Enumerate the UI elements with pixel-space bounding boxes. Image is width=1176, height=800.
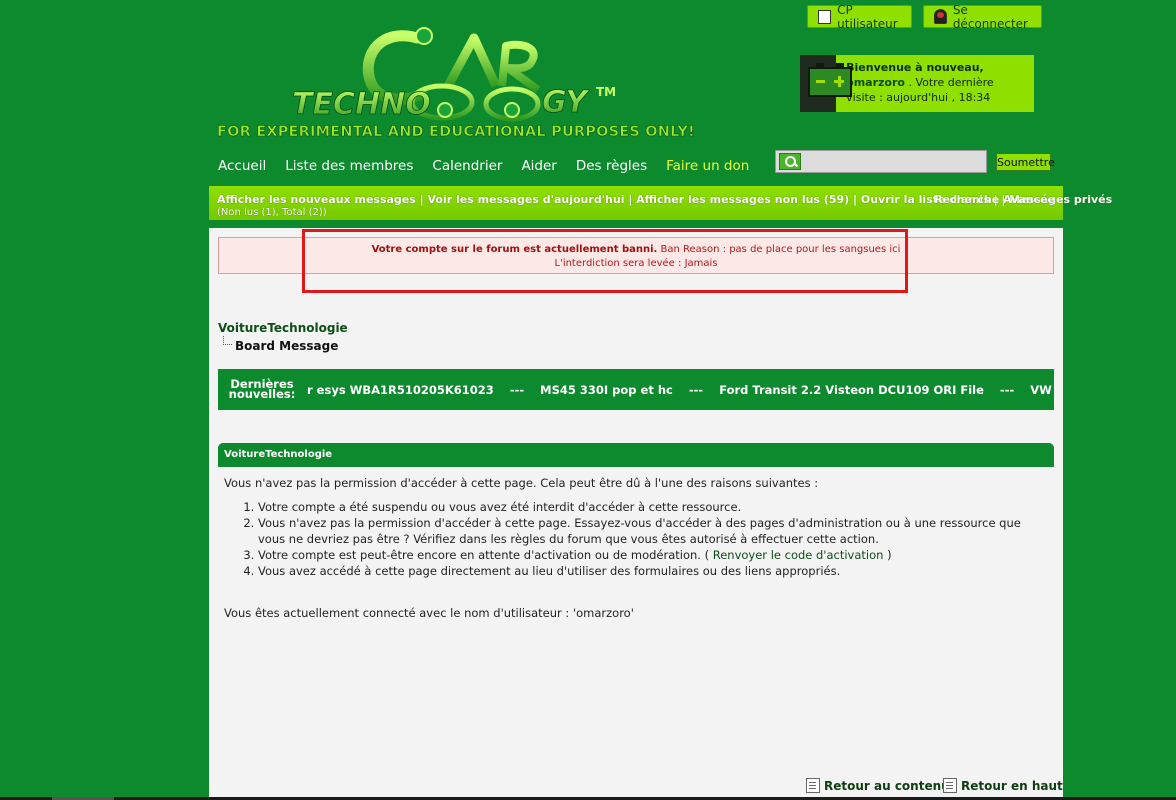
news-ticker: Dernières nouvelles: r esys WBA1R510205K… xyxy=(218,369,1054,410)
welcome-username[interactable]: omarzoro xyxy=(846,76,905,89)
list-item: Vous avez accédé à cette page directemen… xyxy=(258,563,1048,579)
welcome-box: Bienvenue à nouveau, omarzoro . Votre de… xyxy=(800,55,1034,112)
nav-members[interactable]: Liste des membres xyxy=(285,158,413,174)
logout-button[interactable]: Se déconnecter xyxy=(923,2,1042,31)
connected-as: Vous êtes actuellement connecté avec le … xyxy=(224,606,634,620)
site-tagline: FOR EXPERIMENTAL AND EDUCATIONAL PURPOSE… xyxy=(217,124,695,141)
svg-text:TM: TM xyxy=(596,85,616,99)
ban-highlight-box xyxy=(302,229,908,293)
battery-icon xyxy=(800,55,852,112)
back-to-content-link[interactable]: Retour au contenu xyxy=(806,778,950,793)
back-to-content-label: Retour au contenu xyxy=(824,778,950,793)
back-to-top-link[interactable]: Retour en haut xyxy=(943,778,1063,793)
nav-calendar[interactable]: Calendrier xyxy=(432,158,502,174)
panel-intro: Vous n'avez pas la permission d'accéder … xyxy=(224,476,819,490)
cp-user-label: CP utilisateur xyxy=(837,2,898,31)
resend-activation-link[interactable]: Renvoyer le code d'activation xyxy=(713,548,884,562)
breadcrumb-current: Board Message xyxy=(235,339,339,353)
pm-counts: (Non lus (1), Total (2)) xyxy=(217,207,327,218)
welcome-greeting: Bienvenue à nouveau, xyxy=(846,61,984,74)
breadcrumb-root[interactable]: VoitureTechnologie xyxy=(218,321,348,335)
nav-donate[interactable]: Faire un don xyxy=(666,158,749,174)
panel-title: VoitureTechnologie xyxy=(218,443,1054,467)
list-item: Votre compte a été suspendu ou vous avez… xyxy=(258,499,1048,515)
search-icon[interactable] xyxy=(779,153,801,170)
search-input[interactable] xyxy=(804,152,986,173)
main-nav: Accueil Liste des membres Calendrier Aid… xyxy=(218,158,749,174)
news-label: Dernières nouvelles: xyxy=(228,377,296,401)
reasons-list: Votre compte a été suspendu ou vous avez… xyxy=(224,499,1048,579)
news-items[interactable]: r esys WBA1R510205K61023 --- MS45 330I p… xyxy=(307,383,1054,397)
user-icon xyxy=(934,9,947,24)
reason3-text: Votre compte est peut-être encore en att… xyxy=(258,548,713,562)
nav-help[interactable]: Aider xyxy=(521,158,556,174)
permission-panel: VoitureTechnologie Vous n'avez pas la pe… xyxy=(218,443,1054,629)
advanced-search-link[interactable]: Recherche Avancée xyxy=(934,193,1055,206)
reason3-close: ) xyxy=(883,548,892,562)
user-card-icon xyxy=(818,9,832,24)
quick-links-bar: Afficher les nouveaux messages | Voir le… xyxy=(209,186,1112,220)
back-to-top-label: Retour en haut xyxy=(961,778,1063,793)
welcome-text: Bienvenue à nouveau, omarzoro . Votre de… xyxy=(836,55,1034,112)
search-box xyxy=(775,150,987,173)
cp-user-button[interactable]: CP utilisateur xyxy=(807,2,912,31)
nav-home[interactable]: Accueil xyxy=(218,158,266,174)
logout-label: Se déconnecter xyxy=(952,2,1028,31)
nav-rules[interactable]: Des règles xyxy=(576,158,647,174)
list-item: Vous n'avez pas la permission d'accéder … xyxy=(258,515,1048,547)
panel-body: Vous n'avez pas la permission d'accéder … xyxy=(218,467,1054,629)
svg-text:GY: GY xyxy=(542,85,590,120)
list-item: Votre compte est peut-être encore en att… xyxy=(258,547,1048,563)
search-submit-button[interactable]: Soumettre xyxy=(996,153,1055,171)
svg-text:TECHNO: TECHNO xyxy=(292,87,431,122)
breadcrumb-connector xyxy=(223,336,232,345)
document-icon xyxy=(943,778,957,793)
document-icon xyxy=(806,778,820,793)
